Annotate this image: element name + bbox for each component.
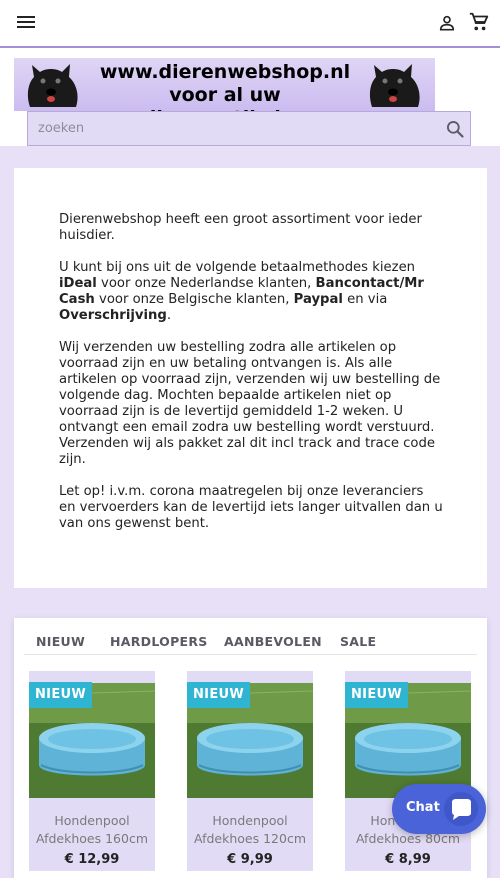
info-text-fragment: en via — [342, 292, 388, 307]
shopping-cart-icon — [469, 12, 489, 31]
new-badge: NIEUW — [29, 682, 92, 708]
product-price: € 8,99 — [385, 852, 431, 867]
product-tile[interactable]: NIEUW Hondenpool Afdekhoes 80cm € 8,99 — [345, 671, 471, 871]
top-header — [0, 0, 500, 48]
info-paragraph-3: Wij verzenden uw bestelling zodra alle a… — [59, 340, 441, 467]
chat-widget-button[interactable]: Chat — [392, 784, 486, 834]
payment-overschrijving: Overschrijving — [59, 308, 167, 323]
search-icon — [447, 121, 464, 138]
payment-paypal: Paypal — [293, 292, 343, 307]
info-text-fragment: . — [166, 308, 172, 323]
new-badge: NIEUW — [345, 682, 408, 708]
banner-area: www.dierenwebshop.nl voor al uw dierenar… — [0, 48, 500, 146]
product-tabs: NIEUW HARDLOPERS AANBEVOLEN SALE — [14, 618, 487, 656]
product-name[interactable]: Hondenpool Afdekhoes 160cm — [29, 812, 155, 848]
search-bar — [27, 111, 471, 146]
product-price: € 12,99 — [64, 852, 120, 867]
tab-hardlopers[interactable]: HARDLOPERS — [110, 634, 208, 649]
tab-aanbevolen[interactable]: AANBEVOLEN — [224, 634, 322, 649]
chat-label: Chat — [406, 800, 440, 815]
info-paragraph-2: U kunt bij ons uit de volgende betaalmet… — [59, 260, 444, 324]
info-paragraph-1: Dierenwebshop heeft een groot assortimen… — [59, 212, 422, 243]
product-tile[interactable]: NIEUW Hondenpool Afdekhoes 120cm € 9,99 — [187, 671, 313, 871]
payment-ideal: iDeal — [59, 276, 97, 291]
logo-line-2: voor al uw dierenartikelen — [143, 84, 308, 111]
tab-sale[interactable]: SALE — [340, 634, 376, 649]
hamburger-menu-icon — [17, 16, 35, 28]
tab-nieuw[interactable]: NIEUW — [36, 634, 85, 649]
shop-logo[interactable]: www.dierenwebshop.nl voor al uw dierenar… — [14, 58, 435, 111]
tabs-divider — [24, 654, 477, 655]
new-badge: NIEUW — [187, 682, 250, 708]
product-name[interactable]: Hondenpool Afdekhoes 120cm — [187, 812, 313, 848]
dog-silhouette-icon — [27, 64, 78, 107]
account-button[interactable] — [435, 11, 459, 35]
cart-button[interactable] — [466, 10, 492, 34]
search-input[interactable] — [28, 112, 428, 145]
menu-button[interactable] — [12, 10, 40, 34]
info-text-fragment: voor onze Belgische klanten, — [94, 292, 294, 307]
search-button[interactable] — [443, 117, 467, 141]
info-text-fragment: voor onze Nederlandse klanten, — [96, 276, 316, 291]
user-account-icon — [439, 15, 455, 31]
info-card: Dierenwebshop heeft een groot assortimen… — [14, 168, 487, 588]
logo-line-1: www.dierenwebshop.nl — [99, 61, 351, 83]
product-tabs-card: NIEUW HARDLOPERS AANBEVOLEN SALE NIEUW H… — [14, 618, 487, 878]
info-paragraph-4: Let op! i.v.m. corona maatregelen bij on… — [59, 484, 443, 531]
chat-bubble-icon — [444, 792, 478, 826]
product-price: € 9,99 — [227, 852, 273, 867]
info-text: Dierenwebshop heeft een groot assortimen… — [59, 212, 444, 548]
product-tile[interactable]: NIEUW Hondenpool Afdekhoes 160cm € 12,99 — [29, 671, 155, 871]
info-text-fragment: U kunt bij ons uit de volgende betaalmet… — [59, 260, 416, 275]
dog-silhouette-icon — [369, 64, 420, 107]
